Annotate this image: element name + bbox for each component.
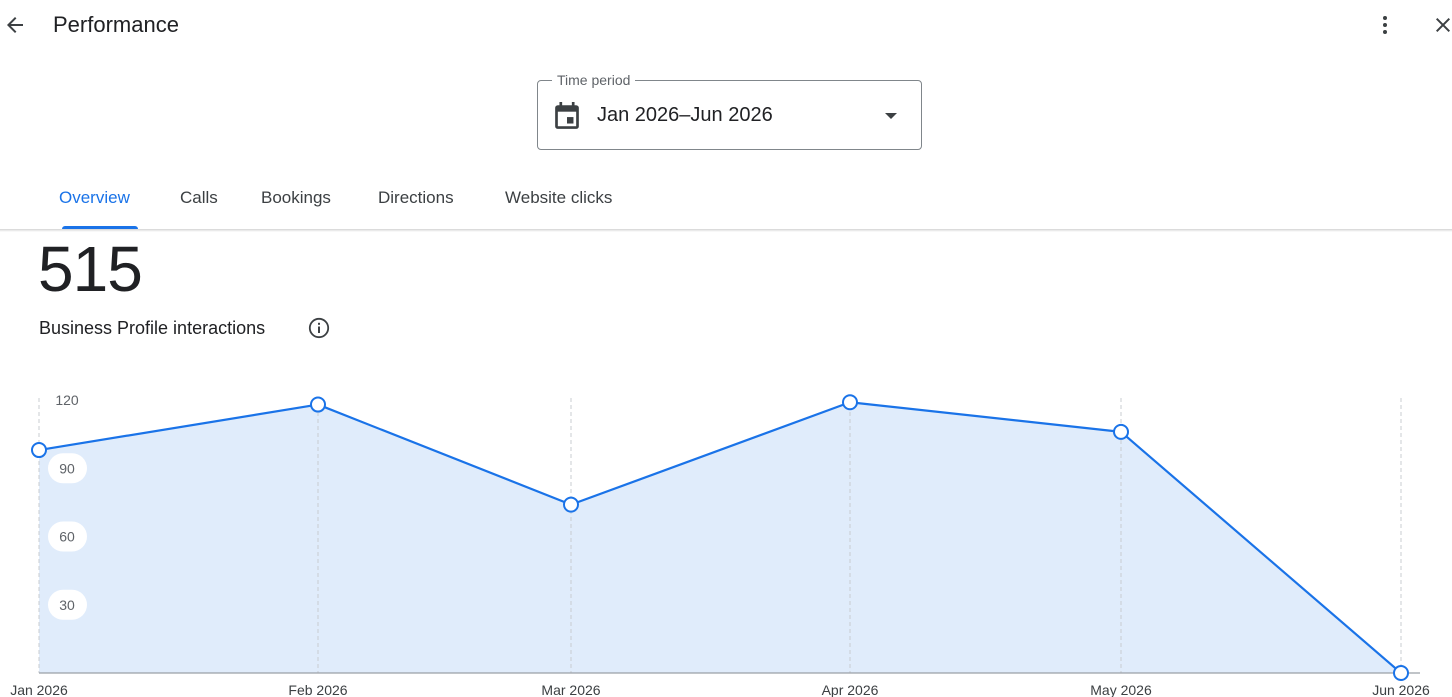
calendar-icon bbox=[555, 102, 579, 129]
time-period-label: Time period bbox=[552, 72, 636, 88]
top-bar: Performance bbox=[0, 0, 1452, 52]
chart-data-point bbox=[31, 442, 47, 459]
x-tick-label: Apr 2026 bbox=[822, 682, 879, 697]
info-icon[interactable] bbox=[308, 317, 330, 339]
arrow-back-icon bbox=[7, 17, 23, 33]
close-button[interactable] bbox=[1428, 10, 1452, 40]
y-tick-label: 90 bbox=[59, 460, 75, 476]
arrow-drop-down-icon bbox=[885, 113, 897, 119]
chart-data-point bbox=[310, 396, 326, 413]
y-tick-label: 30 bbox=[59, 597, 75, 613]
chart-data-point bbox=[1393, 665, 1409, 681]
interactions-chart: 30 60 90 120 Jan 2026 Feb 2026 Mar 2026 Apr 202… bbox=[10, 392, 1430, 697]
tab-bar: Overview Calls Bookings Directions Websi… bbox=[0, 180, 1452, 231]
more-vert-icon bbox=[1383, 16, 1387, 34]
chart-data-point bbox=[563, 496, 579, 513]
x-tick-label: Feb 2026 bbox=[288, 682, 347, 697]
close-icon bbox=[1436, 18, 1450, 32]
tab-overview[interactable]: Overview bbox=[59, 188, 130, 208]
y-tick-label: 120 bbox=[55, 392, 79, 408]
total-interactions-value: 515 bbox=[38, 233, 143, 305]
time-period-select[interactable]: Time period Jan 2026–Jun 2026 bbox=[537, 72, 922, 150]
metric-label: Business Profile interactions bbox=[39, 318, 266, 338]
tab-directions[interactable]: Directions bbox=[378, 188, 454, 208]
chart-area bbox=[39, 402, 1401, 673]
more-options-button[interactable] bbox=[1370, 10, 1400, 40]
chart-data-point bbox=[842, 394, 858, 411]
y-tick-label: 60 bbox=[59, 529, 75, 545]
x-tick-label: Jun 2026 bbox=[1372, 682, 1430, 697]
tab-bar-shadow bbox=[0, 229, 1452, 232]
x-tick-label: Jan 2026 bbox=[10, 682, 68, 697]
tab-calls[interactable]: Calls bbox=[180, 188, 218, 208]
back-button[interactable] bbox=[0, 8, 30, 42]
time-period-value: Jan 2026–Jun 2026 bbox=[597, 104, 773, 126]
x-tick-label: May 2026 bbox=[1090, 682, 1152, 697]
tab-website-clicks[interactable]: Website clicks bbox=[505, 188, 612, 208]
x-tick-label: Mar 2026 bbox=[541, 682, 600, 697]
page-title: Performance bbox=[53, 12, 179, 37]
chart-data-point bbox=[1113, 423, 1129, 440]
tab-bookings[interactable]: Bookings bbox=[261, 188, 331, 208]
